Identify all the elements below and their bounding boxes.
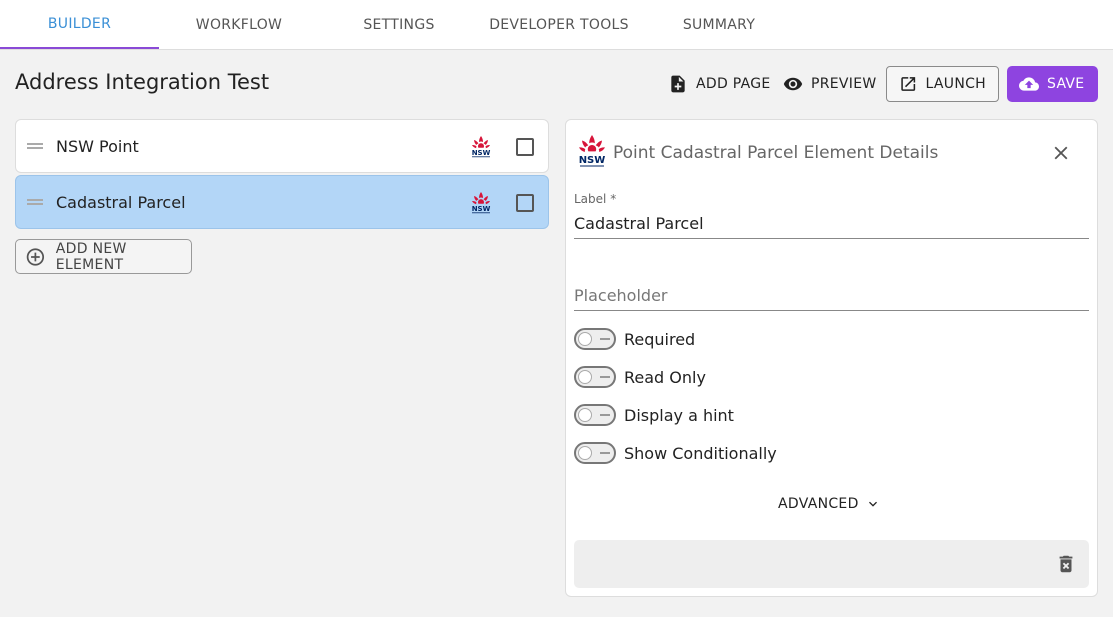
add-page-label: ADD PAGE: [696, 76, 771, 92]
preview-button[interactable]: PREVIEW: [771, 66, 889, 102]
element-details-panel: NSW Point Cadastral Parcel Element Detai…: [565, 119, 1098, 597]
nsw-logo-icon: NSW: [472, 136, 491, 158]
add-page-button[interactable]: ADD PAGE: [656, 66, 783, 102]
tab-workflow[interactable]: WORKFLOW: [159, 0, 319, 49]
svg-text:NSW: NSW: [579, 155, 606, 166]
toggle-display-hint[interactable]: Display a hint: [574, 403, 734, 427]
svg-text:NSW: NSW: [472, 205, 491, 213]
toggle-show-conditionally[interactable]: Show Conditionally: [574, 441, 777, 465]
label-input[interactable]: [574, 209, 1089, 239]
add-new-element-button[interactable]: ADD NEW ELEMENT: [15, 239, 192, 274]
top-tab-bar: BUILDER WORKFLOW SETTINGS DEVELOPER TOOL…: [0, 0, 1113, 50]
label-field-label: Label *: [574, 192, 617, 206]
display-hint-switch[interactable]: [574, 404, 616, 426]
close-icon[interactable]: [1050, 142, 1072, 164]
read-only-switch[interactable]: [574, 366, 616, 388]
toggle-label: Read Only: [624, 367, 706, 387]
element-checkbox[interactable]: [516, 194, 534, 212]
save-label: SAVE: [1047, 76, 1085, 92]
page-title: Address Integration Test: [15, 70, 270, 94]
toggle-label: Display a hint: [624, 405, 734, 425]
toggle-label: Show Conditionally: [624, 443, 777, 463]
delete-forever-icon[interactable]: [1055, 553, 1077, 575]
panel-title: Point Cadastral Parcel Element Details: [613, 143, 939, 163]
launch-label: LAUNCH: [925, 76, 986, 92]
note-add-icon: [671, 75, 685, 93]
open-in-new-icon: [901, 77, 916, 91]
advanced-toggle-button[interactable]: ADVANCED: [778, 496, 881, 512]
tab-settings[interactable]: SETTINGS: [319, 0, 479, 49]
drag-handle-icon[interactable]: [27, 199, 43, 205]
element-item-cadastral-parcel[interactable]: Cadastral Parcel NSW: [15, 175, 549, 229]
placeholder-input[interactable]: [574, 281, 1089, 311]
save-button[interactable]: SAVE: [1007, 66, 1098, 102]
svg-text:NSW: NSW: [472, 149, 491, 157]
tab-builder[interactable]: BUILDER: [0, 0, 159, 49]
element-checkbox[interactable]: [516, 138, 534, 156]
cloud-upload-icon: [1019, 77, 1039, 91]
toggle-read-only[interactable]: Read Only: [574, 365, 706, 389]
toggle-label: Required: [624, 329, 696, 349]
element-label: Cadastral Parcel: [56, 192, 186, 212]
drag-handle-icon[interactable]: [27, 143, 43, 149]
delete-element-bar: [574, 540, 1089, 588]
add-new-element-label: ADD NEW ELEMENT: [55, 240, 127, 273]
chevron-down-icon: [868, 501, 877, 507]
launch-button[interactable]: LAUNCH: [886, 66, 999, 102]
add-circle-outline-icon: [26, 247, 45, 266]
show-conditionally-switch[interactable]: [574, 442, 616, 464]
nsw-logo-icon: NSW: [472, 192, 491, 214]
element-label: NSW Point: [56, 136, 139, 156]
preview-label: PREVIEW: [811, 76, 877, 92]
toggle-required[interactable]: Required: [574, 327, 695, 351]
tab-developer-tools[interactable]: DEVELOPER TOOLS: [479, 0, 639, 49]
required-switch[interactable]: [574, 328, 616, 350]
element-item-nsw-point[interactable]: NSW Point NSW: [15, 119, 549, 173]
eye-icon: [783, 77, 803, 91]
advanced-label: ADVANCED: [778, 496, 859, 512]
tab-summary[interactable]: SUMMARY: [639, 0, 799, 49]
nsw-logo-icon: NSW: [579, 135, 606, 167]
